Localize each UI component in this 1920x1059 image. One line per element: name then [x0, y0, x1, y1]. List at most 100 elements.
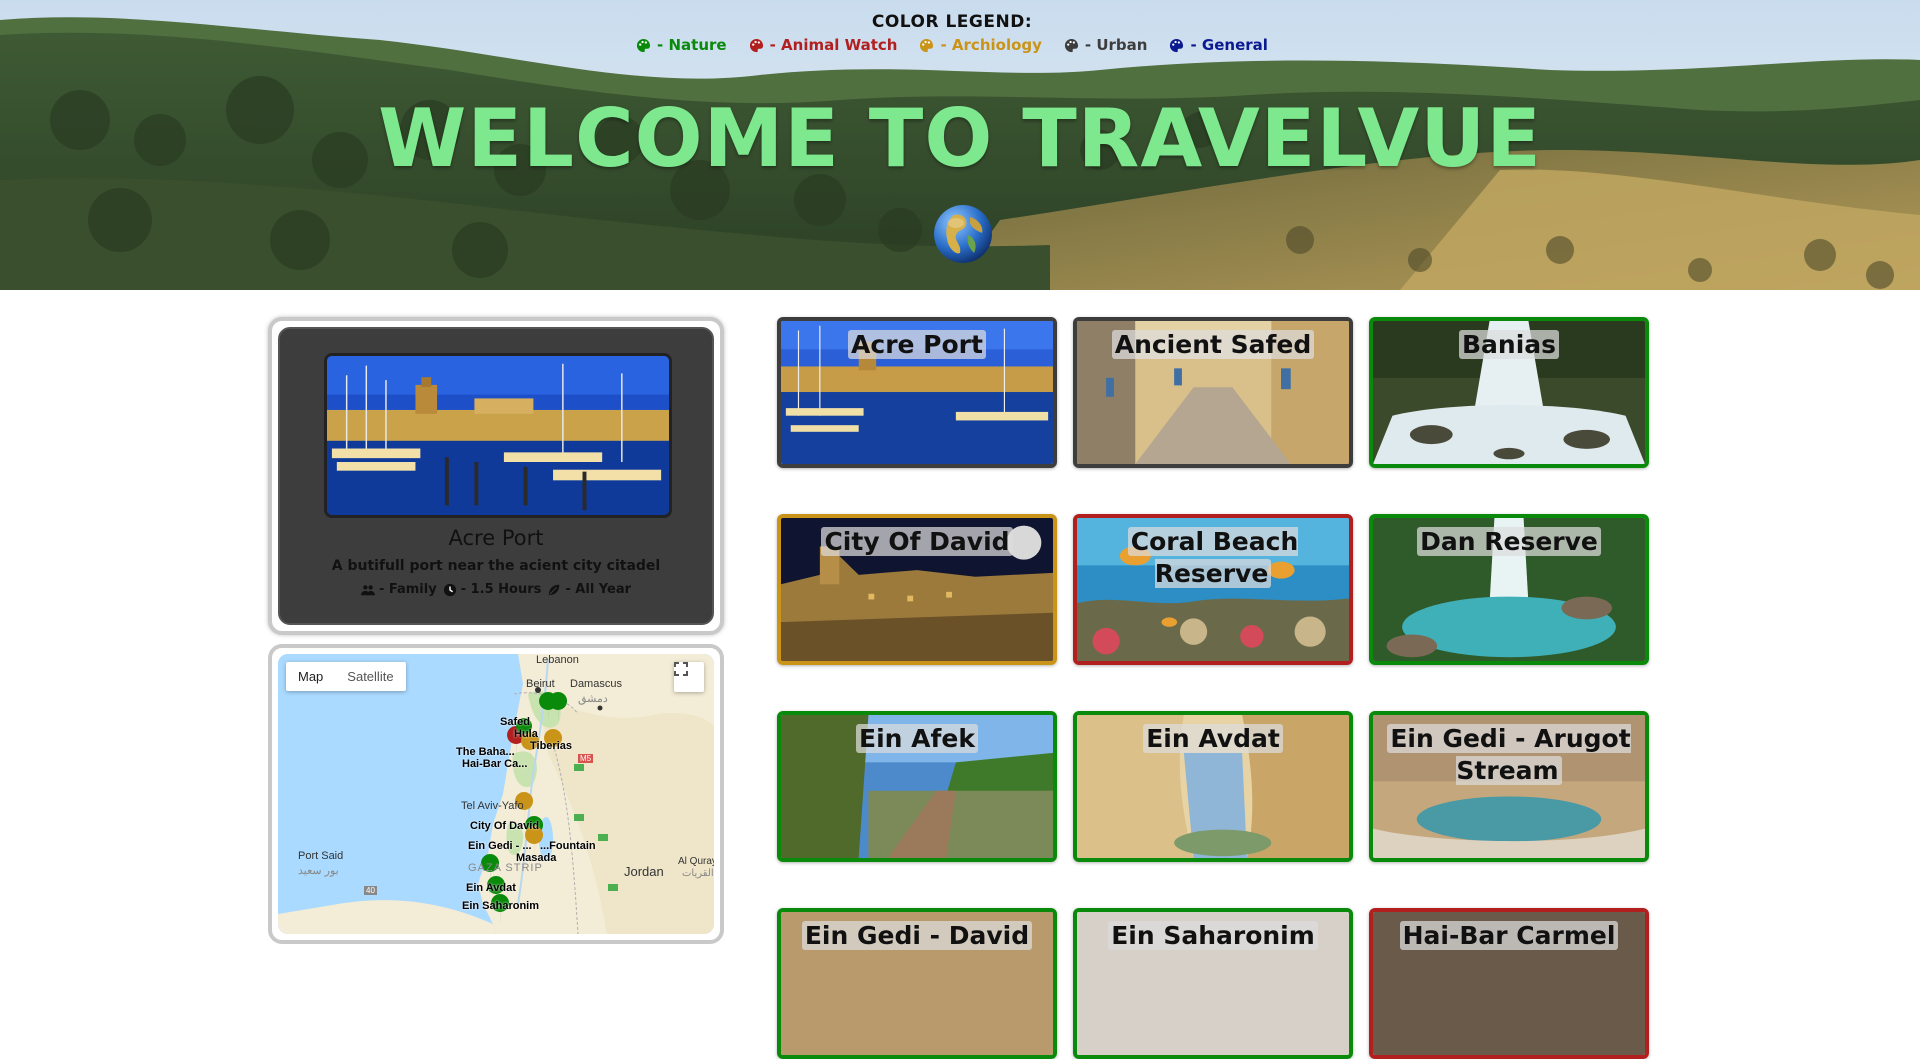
- legend-label-general: - General: [1190, 36, 1268, 54]
- map-label-port-said: Port Said: [298, 850, 344, 862]
- place-card-hai-bar-carmel[interactable]: Hai-Bar Carmel: [1369, 908, 1649, 1059]
- card-title: Hai-Bar Carmel: [1373, 920, 1645, 952]
- legend-item-nature: - Nature: [636, 36, 727, 54]
- card-title-text: Coral Beach Reserve: [1127, 527, 1299, 588]
- selected-place-photo: [324, 353, 672, 518]
- place-card-ein-avdat[interactable]: Ein Avdat: [1073, 711, 1353, 862]
- card-title-text: Banias: [1458, 330, 1560, 359]
- map-label-tiberias: Tiberias: [530, 740, 572, 752]
- palette-icon: [1064, 38, 1078, 52]
- places-map[interactable]: Map Satellite Lebanon Beirut Damascus دم…: [278, 654, 714, 934]
- harbor-photo: [327, 356, 669, 515]
- card-title-text: Ein Avdat: [1143, 724, 1283, 753]
- map-label-port-said-ar: بور سعيد: [298, 865, 339, 877]
- card-title-text: Ein Gedi - Arugot Stream: [1387, 724, 1631, 785]
- palette-icon: [1170, 38, 1184, 52]
- map-label-al-qurayyat-ar: القريات: [682, 868, 714, 879]
- card-title: Ein Saharonim: [1077, 920, 1349, 952]
- map-label-safed: Safed: [500, 716, 530, 728]
- selected-place-description: A butifull port near the acient city cit…: [331, 558, 661, 574]
- fullscreen-button[interactable]: [674, 662, 704, 692]
- legend-label-nature: - Nature: [657, 36, 727, 54]
- palette-icon: [920, 38, 934, 52]
- leaf-icon: [549, 584, 560, 595]
- card-title: Ein Gedi - Arugot Stream: [1373, 723, 1645, 787]
- place-card-ancient-safed[interactable]: Ancient Safed: [1073, 317, 1353, 468]
- legend-title: COLOR LEGEND:: [871, 12, 1033, 32]
- hero-banner: COLOR LEGEND: - Nature - Animal Watch - …: [0, 0, 1920, 290]
- map-label-ein-avdat: Ein Avdat: [466, 882, 516, 894]
- map-label-jordan: Jordan: [624, 864, 664, 879]
- duration-meta: - 1.5 Hours: [443, 582, 542, 597]
- map-label-al-qurayyat: Al Qurayyat: [678, 856, 714, 867]
- map-label-lebanon: Lebanon: [536, 654, 579, 666]
- legend-label-archiology: - Archiology: [940, 36, 1042, 54]
- duration-label: - 1.5 Hours: [460, 582, 542, 597]
- season-label: - All Year: [565, 582, 632, 597]
- place-card-dan-reserve[interactable]: Dan Reserve: [1369, 514, 1649, 665]
- map-label-route-40: 40: [364, 886, 377, 895]
- card-title: Coral Beach Reserve: [1077, 526, 1349, 590]
- selected-place-card: Acre Port A butifull port near the acien…: [268, 317, 724, 635]
- card-title: Acre Port: [781, 329, 1053, 361]
- place-card-ein-afek[interactable]: Ein Afek: [777, 711, 1057, 862]
- card-title-text: Ein Gedi - David: [801, 921, 1033, 950]
- palette-icon: [636, 38, 651, 52]
- legend-items: - Nature - Animal Watch - Archiology - U…: [0, 36, 1904, 54]
- card-title: City Of David: [781, 526, 1053, 558]
- palette-icon: [749, 38, 763, 52]
- map-label-beirut: Beirut: [526, 678, 555, 690]
- map-type-satellite-button[interactable]: Satellite: [335, 662, 405, 691]
- place-card-ein-gedi-arugot-stream[interactable]: Ein Gedi - Arugot Stream: [1369, 711, 1649, 862]
- map-card: Map Satellite Lebanon Beirut Damascus دم…: [268, 644, 724, 944]
- users-icon: [360, 584, 375, 595]
- map-label-hula: Hula: [514, 728, 538, 740]
- card-title: Ein Afek: [781, 723, 1053, 755]
- page-title: WELCOME TO TRAVELVUE: [378, 92, 1542, 185]
- place-card-banias[interactable]: Banias: [1369, 317, 1649, 468]
- card-title-text: Acre Port: [848, 330, 986, 359]
- audience-label: - Family: [378, 582, 437, 597]
- card-title: Ancient Safed: [1077, 329, 1349, 361]
- card-title: Banias: [1373, 329, 1645, 361]
- place-card-city-of-david[interactable]: City Of David: [777, 514, 1057, 665]
- card-title-text: City Of David: [821, 527, 1013, 556]
- place-card-acre-port[interactable]: Acre Port: [777, 317, 1057, 468]
- map-label-the-baha: The Baha...: [456, 746, 515, 758]
- legend-label-urban: - Urban: [1084, 36, 1148, 54]
- place-card-coral-beach-reserve[interactable]: Coral Beach Reserve: [1073, 514, 1353, 665]
- clock-icon: [443, 583, 456, 596]
- audience-meta: - Family: [360, 582, 437, 597]
- map-label-damascus: Damascus: [570, 678, 622, 690]
- map-type-toggle: Map Satellite: [286, 662, 406, 691]
- legend-item-general: - General: [1169, 36, 1268, 54]
- season-meta: - All Year: [547, 582, 631, 597]
- map-type-map-button[interactable]: Map: [286, 662, 335, 691]
- globe-icon[interactable]: [932, 203, 994, 265]
- legend-item-archiology: - Archiology: [919, 36, 1042, 54]
- legend-item-animal-watch: - Animal Watch: [749, 36, 898, 54]
- card-title: Dan Reserve: [1373, 526, 1645, 558]
- selected-place-panel: Acre Port A butifull port near the acien…: [278, 327, 714, 625]
- selected-place-name: Acre Port: [448, 526, 544, 550]
- map-label-gaza: GAZA STRIP: [468, 862, 543, 874]
- card-title-text: Ancient Safed: [1111, 330, 1315, 359]
- map-label-fountain: ...Fountain: [540, 840, 596, 852]
- card-title-text: Dan Reserve: [1417, 527, 1601, 556]
- map-label-city-of-david: City Of David: [470, 820, 540, 832]
- card-title-text: Ein Afek: [856, 724, 978, 753]
- card-title: Ein Gedi - David: [781, 920, 1053, 952]
- place-card-ein-gedi-david[interactable]: Ein Gedi - David: [777, 908, 1057, 1059]
- map-label-route-m5: M5: [578, 754, 594, 763]
- selected-place-meta: - Family - 1.5 Hours - All Year: [280, 582, 712, 597]
- map-label-ein-gedi: Ein Gedi - ...: [468, 840, 532, 852]
- map-label-hai-bar: Hai-Bar Ca...: [462, 758, 528, 770]
- legend-label-animal-watch: - Animal Watch: [769, 36, 898, 54]
- card-title-text: Hai-Bar Carmel: [1399, 921, 1619, 950]
- card-title-text: Ein Saharonim: [1108, 921, 1318, 950]
- color-legend: COLOR LEGEND: - Nature - Animal Watch - …: [0, 12, 1904, 54]
- legend-item-urban: - Urban: [1064, 36, 1148, 54]
- map-label-ein-saharonim: Ein Saharonim: [462, 900, 540, 912]
- map-label-damascus-ar: دمشق: [578, 693, 608, 705]
- place-card-ein-saharonim[interactable]: Ein Saharonim: [1073, 908, 1353, 1059]
